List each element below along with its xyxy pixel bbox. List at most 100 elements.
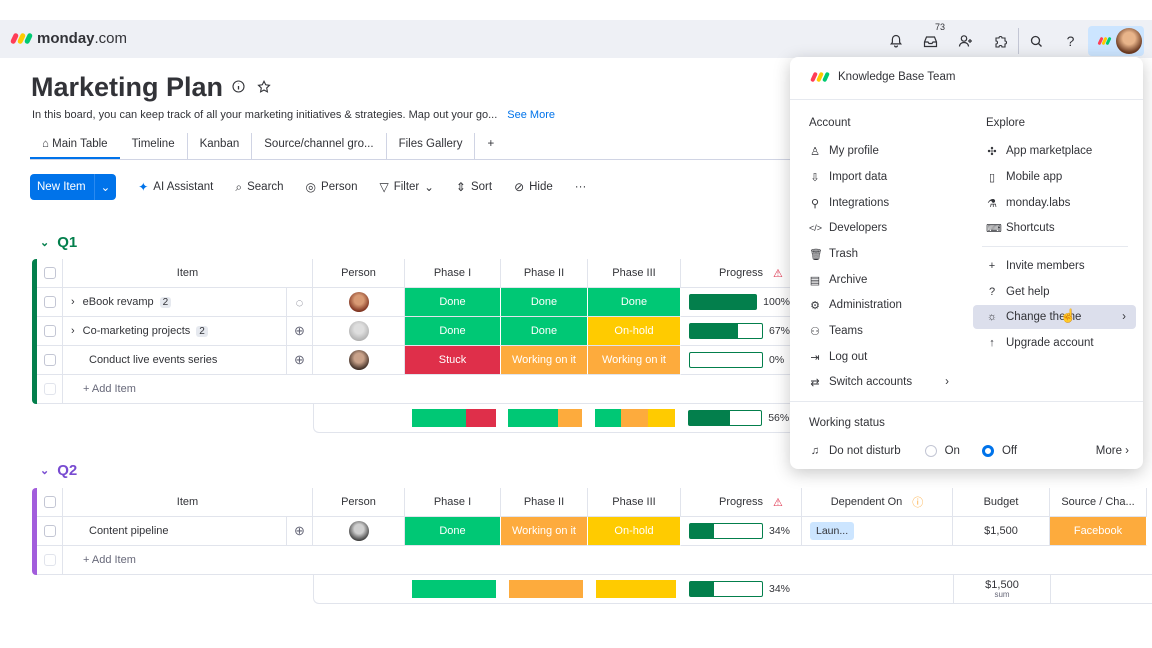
menu-item-shortcuts[interactable]: ⌨ Shortcuts <box>986 216 1055 240</box>
column-header-source[interactable]: Source / Cha... <box>1050 488 1147 517</box>
on-label[interactable]: On <box>945 445 960 457</box>
summary-phase3[interactable] <box>589 575 682 603</box>
radio-on[interactable] <box>924 445 937 457</box>
add-item-button[interactable]: + Add Item <box>63 375 792 404</box>
avatar[interactable] <box>348 292 369 312</box>
chevron-down-icon[interactable]: ⌄ <box>40 236 49 249</box>
row-checkbox[interactable] <box>37 346 63 375</box>
menu-item-switch-accounts[interactable]: ⇄ Switch accounts › <box>809 370 949 394</box>
status-phase2[interactable]: Done <box>501 288 588 317</box>
column-header-item[interactable]: Item <box>63 259 313 288</box>
table-row[interactable]: › Co-marketing projects 2 ⊕ Done Done On-h… <box>37 317 791 346</box>
notifications-bell-icon[interactable] <box>878 28 913 54</box>
column-header-phase3[interactable]: Phase III <box>588 488 681 517</box>
item-name-cell[interactable]: › eBook revamp 2 <box>63 288 287 317</box>
column-header-phase2[interactable]: Phase II <box>501 488 588 517</box>
person-cell[interactable] <box>313 346 405 375</box>
updates-cell[interactable]: ⊕ <box>287 517 313 546</box>
help-icon[interactable]: ? <box>1053 28 1088 54</box>
menu-item-upgrade-account[interactable]: ↑ Upgrade account <box>986 331 1093 355</box>
info-icon[interactable] <box>232 80 245 97</box>
group-header-q2[interactable]: ⌄ Q2 <box>40 462 77 479</box>
filter-button[interactable]: ▽ Filter ⌄ <box>371 174 441 200</box>
inbox-icon[interactable]: 73 <box>913 22 948 54</box>
menu-item-my-profile[interactable]: ♙ My profile <box>809 139 879 163</box>
column-header-phase1[interactable]: Phase I <box>405 259 501 288</box>
menu-item-get-help[interactable]: ? Get help <box>986 280 1050 304</box>
select-all-checkbox[interactable] <box>37 259 63 288</box>
budget-cell[interactable]: $1,500 <box>953 517 1050 546</box>
add-update-icon[interactable]: ⊕ <box>294 523 305 539</box>
add-item-row[interactable]: + Add Item <box>37 375 792 404</box>
table-row[interactable]: Conduct live events series ⊕ Stuck Worki… <box>37 346 791 375</box>
status-phase1[interactable]: Done <box>405 288 501 317</box>
user-avatar[interactable] <box>1116 28 1142 54</box>
status-phase3[interactable]: Done <box>588 288 681 317</box>
menu-item-import-data[interactable]: ⇩ Import data <box>809 165 887 189</box>
chevron-down-icon[interactable]: ⌄ <box>40 464 49 477</box>
search-button[interactable]: ⌕ Search <box>227 174 291 200</box>
menu-item-app-marketplace[interactable]: ✣ App marketplace <box>986 139 1092 163</box>
subitems-count[interactable]: 2 <box>159 296 172 308</box>
menu-item-log-out[interactable]: ⇥ Log out <box>809 345 867 369</box>
column-header-dependent-on[interactable]: Dependent On ⓘ <box>802 488 953 517</box>
summary-phase3[interactable] <box>588 404 681 432</box>
column-header-progress[interactable]: Progress ⚠ <box>681 259 791 288</box>
board-title[interactable]: Marketing Plan <box>31 72 223 103</box>
menu-item-mobile-app[interactable]: ▯ Mobile app <box>986 165 1062 189</box>
menu-item-integrations[interactable]: ⚲ Integrations <box>809 191 889 215</box>
status-phase2[interactable]: Working on it <box>501 517 588 546</box>
invite-members-icon[interactable] <box>948 28 983 54</box>
avatar[interactable] <box>348 521 369 541</box>
column-header-budget[interactable]: Budget <box>953 488 1050 517</box>
more-actions-button[interactable]: ··· <box>567 174 595 200</box>
person-cell[interactable] <box>313 517 405 546</box>
group-header-q1[interactable]: ⌄ Q1 <box>40 234 77 251</box>
column-header-item[interactable]: Item <box>63 488 313 517</box>
apps-puzzle-icon[interactable] <box>983 28 1018 54</box>
status-phase1[interactable]: Stuck <box>405 346 501 375</box>
person-cell[interactable] <box>313 317 405 346</box>
avatar[interactable] <box>348 350 369 370</box>
menu-item-teams[interactable]: ⚇ Teams <box>809 319 863 343</box>
item-name-cell[interactable]: Content pipeline <box>63 517 287 546</box>
updates-cell[interactable]: ⊕ <box>287 317 313 346</box>
source-cell[interactable]: Facebook <box>1050 517 1147 546</box>
status-phase2[interactable]: Working on it <box>501 346 588 375</box>
menu-item-archive[interactable]: ▤ Archive <box>809 268 868 292</box>
add-item-button[interactable]: + Add Item <box>63 546 1152 575</box>
status-phase3[interactable]: On-hold <box>588 517 681 546</box>
ai-assistant-button[interactable]: ✦ AI Assistant <box>130 174 221 200</box>
updates-cell[interactable]: ⊕ <box>287 346 313 375</box>
summary-phase2[interactable] <box>502 404 589 432</box>
menu-item-trash[interactable]: 🗑 Trash <box>809 242 858 266</box>
chevron-down-icon[interactable]: ⌄ <box>95 180 117 194</box>
status-phase3[interactable]: On-hold <box>588 317 681 346</box>
new-item-button[interactable]: New Item ⌄ <box>30 174 117 200</box>
column-header-person[interactable]: Person <box>313 488 405 517</box>
sort-button[interactable]: ⇕ Sort <box>448 174 500 200</box>
new-item-label[interactable]: New Item <box>30 174 95 200</box>
row-checkbox[interactable] <box>37 317 63 346</box>
updates-cell[interactable]: ◌ <box>287 288 313 317</box>
person-cell[interactable] <box>313 288 405 317</box>
tab-files-gallery[interactable]: Files Gallery <box>387 133 476 159</box>
menu-item-invite-members[interactable]: + Invite members <box>986 254 1085 278</box>
table-row[interactable]: › eBook revamp 2 ◌ Done Done Done 100% <box>37 288 791 317</box>
avatar[interactable] <box>348 321 369 341</box>
menu-item-change-theme[interactable]: ☼ Change theme › <box>973 305 1136 329</box>
off-label[interactable]: Off <box>1002 445 1017 457</box>
status-phase1[interactable]: Done <box>405 317 501 346</box>
summary-phase2[interactable] <box>502 575 589 603</box>
dependent-on-cell[interactable]: Laun... <box>802 517 953 546</box>
column-header-person[interactable]: Person <box>313 259 405 288</box>
item-name-cell[interactable]: › Co-marketing projects 2 <box>63 317 287 346</box>
tab-source-channel[interactable]: Source/channel gro... <box>252 133 387 159</box>
subitems-count[interactable]: 2 <box>196 325 208 337</box>
menu-item-monday-labs[interactable]: ⚗ monday.labs <box>986 191 1070 215</box>
monday-logo[interactable]: monday.com <box>9 30 127 47</box>
favorite-star-icon[interactable] <box>257 80 271 97</box>
tab-main-table[interactable]: ⌂ Main Table <box>30 133 120 159</box>
see-more-link[interactable]: See More <box>507 109 555 121</box>
person-filter-button[interactable]: ◎ Person <box>298 174 366 200</box>
